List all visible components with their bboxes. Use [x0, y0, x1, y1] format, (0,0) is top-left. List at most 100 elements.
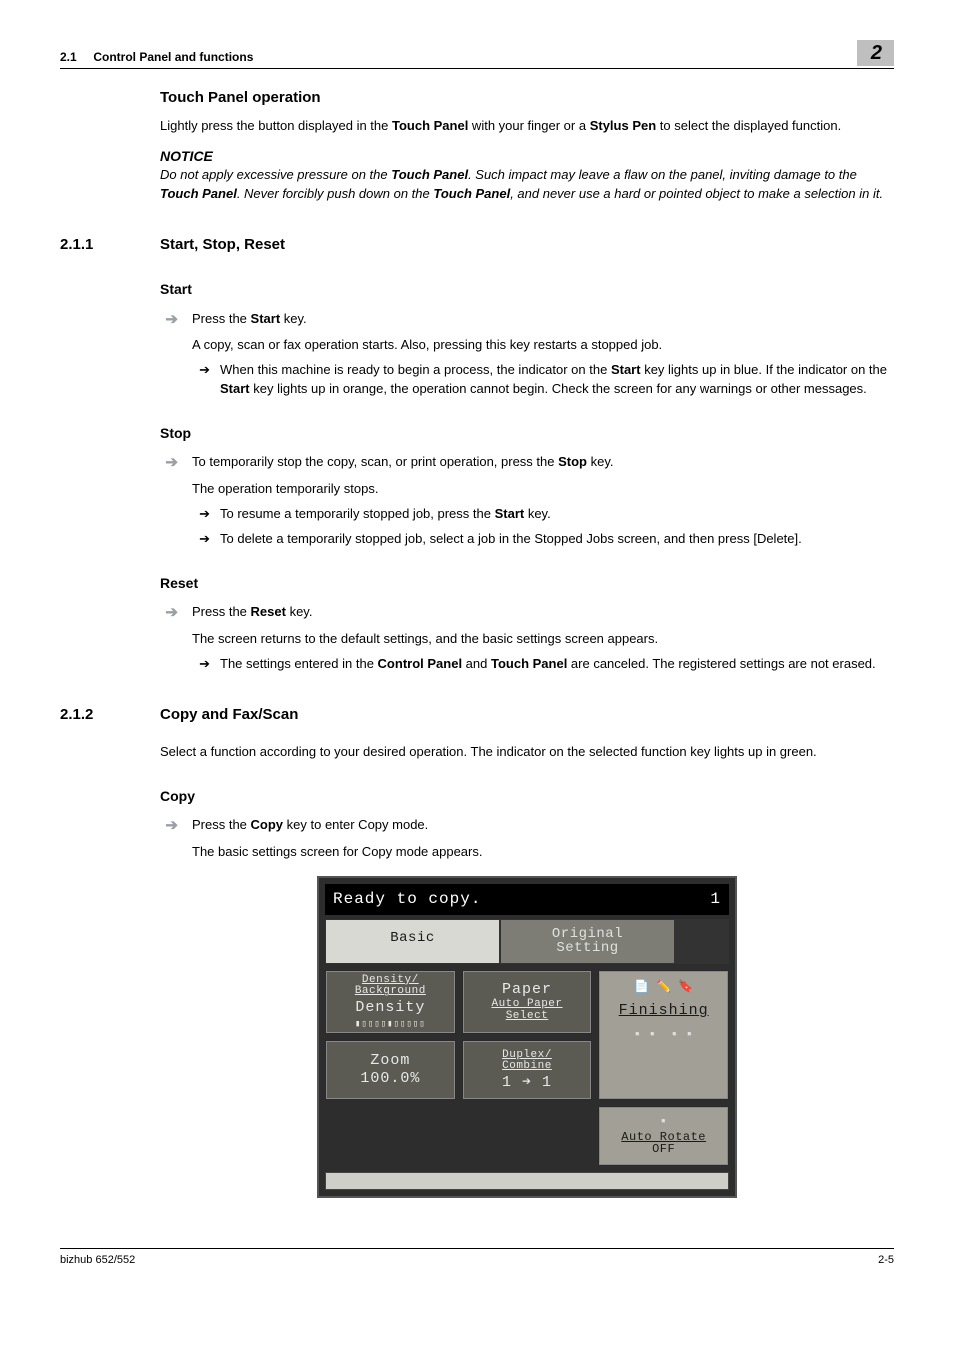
screen-grid: Density/Background Density ▮▯▯▯▯▮▯▯▯▯▯ P… [325, 970, 729, 1166]
text: key. [524, 506, 551, 521]
reset-press-item: ➔ Press the Reset key. [160, 603, 894, 622]
text: . Such impact may leave a flaw on the pa… [468, 167, 857, 182]
text: Press the Reset key. [192, 603, 894, 622]
bold-term: Reset [251, 604, 286, 619]
label: Paper [465, 982, 590, 998]
sec212-intro: Select a function according to your desi… [160, 743, 894, 762]
section-2-1-1-header: 2.1.1 Start, Stop, Reset [60, 234, 894, 256]
header-section-num: 2.1 [60, 50, 77, 64]
density-meter: ▮▯▯▯▯▮▯▯▯▯▯ [328, 1020, 453, 1029]
btn-finishing[interactable]: 📄 ✏️ 🔖 Finishing ▫️▫️ ▫️▫️ [598, 970, 729, 1100]
auto-rotate-icon: ▫️ [601, 1116, 726, 1129]
bold-term: Touch Panel [433, 186, 510, 201]
text: Lightly press the button displayed in th… [160, 118, 392, 133]
value: 1 ➔ 1 [465, 1075, 590, 1091]
arrow-icon: ➔ [160, 605, 178, 622]
arrow-icon: ➔ [192, 505, 210, 524]
tab-original-setting[interactable]: Original Setting [500, 919, 675, 964]
text: . Never forcibly push down on the [237, 186, 434, 201]
bold-term: Copy [251, 817, 284, 832]
screen-footer-bar [325, 1172, 729, 1190]
arrow-icon: ➔ [192, 530, 210, 549]
stop-press-item: ➔ To temporarily stop the copy, scan, or… [160, 453, 894, 472]
arrow-icon: ➔ [192, 655, 210, 674]
text: To delete a temporarily stopped job, sel… [220, 530, 894, 549]
finishing-icons-bottom: ▫️▫️ ▫️▫️ [601, 1029, 726, 1042]
btn-duplex-combine[interactable]: Duplex/Combine 1 ➔ 1 [462, 1040, 593, 1100]
label: Zoom [328, 1053, 453, 1069]
arrow-icon: ➔ [160, 818, 178, 835]
reset-bullet-1: ➔ The settings entered in the Control Pa… [192, 655, 894, 674]
arrow-icon: ➔ [160, 455, 178, 472]
footer-page: 2-5 [878, 1253, 894, 1269]
text: to select the displayed function. [656, 118, 841, 133]
text: , and never use a hard or pointed object… [510, 186, 883, 201]
text: To temporarily stop the copy, scan, or p… [192, 453, 894, 472]
text: key lights up in blue. If the indicator … [641, 362, 887, 377]
touch-panel-intro: Lightly press the button displayed in th… [160, 117, 894, 136]
section-title: Copy and Fax/Scan [160, 704, 298, 726]
start-result: A copy, scan or fax operation starts. Al… [192, 336, 894, 355]
bold-term: Touch Panel [160, 186, 237, 201]
heading-touch-panel: Touch Panel operation [160, 87, 894, 109]
header-section-title: Control Panel and functions [93, 50, 253, 64]
text: To resume a temporarily stopped job, pre… [220, 506, 495, 521]
bold-term: Start [495, 506, 525, 521]
bold-term: Touch Panel [392, 118, 468, 133]
text: Setting [556, 940, 618, 956]
btn-density[interactable]: Density/Background Density ▮▯▯▯▯▮▯▯▯▯▯ [325, 970, 456, 1034]
text: When this machine is ready to begin a pr… [220, 362, 611, 377]
screen-count: 1 [710, 888, 721, 911]
text: key. [280, 311, 307, 326]
text: key lights up in orange, the operation c… [250, 381, 867, 396]
text: The settings entered in the Control Pane… [220, 655, 894, 674]
label: Auto RotateOFF [601, 1131, 726, 1156]
stop-result: The operation temporarily stops. [192, 480, 894, 499]
section-num: 2.1.2 [60, 704, 128, 726]
text: The settings entered in the [220, 656, 378, 671]
text: and [462, 656, 491, 671]
copy-screen-figure: Ready to copy. 1 Basic Original Setting … [160, 876, 894, 1198]
copy-result: The basic settings screen for Copy mode … [192, 843, 894, 862]
copy-press-item: ➔ Press the Copy key to enter Copy mode. [160, 816, 894, 835]
header-chapter-number: 2 [857, 40, 894, 66]
text: key to enter Copy mode. [283, 817, 428, 832]
btn-zoom[interactable]: Zoom 100.0% [325, 1040, 456, 1100]
screen-status: Ready to copy. [333, 888, 481, 911]
text: Press the [192, 817, 251, 832]
page-header: 2.1 Control Panel and functions 2 [60, 40, 894, 69]
text: To temporarily stop the copy, scan, or p… [192, 454, 558, 469]
arrow-icon: ➔ [160, 312, 178, 329]
bold-term: Stylus Pen [590, 118, 656, 133]
btn-auto-rotate[interactable]: ▫️ Auto RotateOFF [598, 1106, 729, 1166]
bold-term: Start [220, 381, 250, 396]
section-2-1-2-header: 2.1.2 Copy and Fax/Scan [60, 704, 894, 726]
text: When this machine is ready to begin a pr… [220, 361, 894, 399]
btn-paper[interactable]: Paper Auto PaperSelect [462, 970, 593, 1034]
start-press-item: ➔ Press the Start key. [160, 310, 894, 329]
tab-basic[interactable]: Basic [325, 919, 500, 964]
bold-term: Touch Panel [391, 167, 468, 182]
bold-term: Stop [558, 454, 587, 469]
header-left: 2.1 Control Panel and functions [60, 49, 253, 66]
copy-screen: Ready to copy. 1 Basic Original Setting … [317, 876, 737, 1198]
text: Do not apply excessive pressure on the [160, 167, 391, 182]
heading-reset: Reset [160, 573, 894, 593]
text: are canceled. The registered settings ar… [567, 656, 875, 671]
text: Press the Start key. [192, 310, 894, 329]
tab-scroll[interactable] [675, 919, 729, 964]
text: key. [286, 604, 313, 619]
text: Press the [192, 311, 251, 326]
label: Density/Background [328, 975, 453, 998]
screen-header: Ready to copy. 1 [325, 884, 729, 915]
heading-start: Start [160, 279, 894, 299]
text: Press the Copy key to enter Copy mode. [192, 816, 894, 835]
footer-model: bizhub 652/552 [60, 1253, 135, 1269]
bold-term: Start [611, 362, 641, 377]
heading-copy: Copy [160, 786, 894, 806]
value: Auto PaperSelect [465, 999, 590, 1022]
section-title: Start, Stop, Reset [160, 234, 285, 256]
notice-label: NOTICE [160, 146, 894, 166]
stop-bullet-2: ➔ To delete a temporarily stopped job, s… [192, 530, 894, 549]
bold-term: Control Panel [378, 656, 463, 671]
